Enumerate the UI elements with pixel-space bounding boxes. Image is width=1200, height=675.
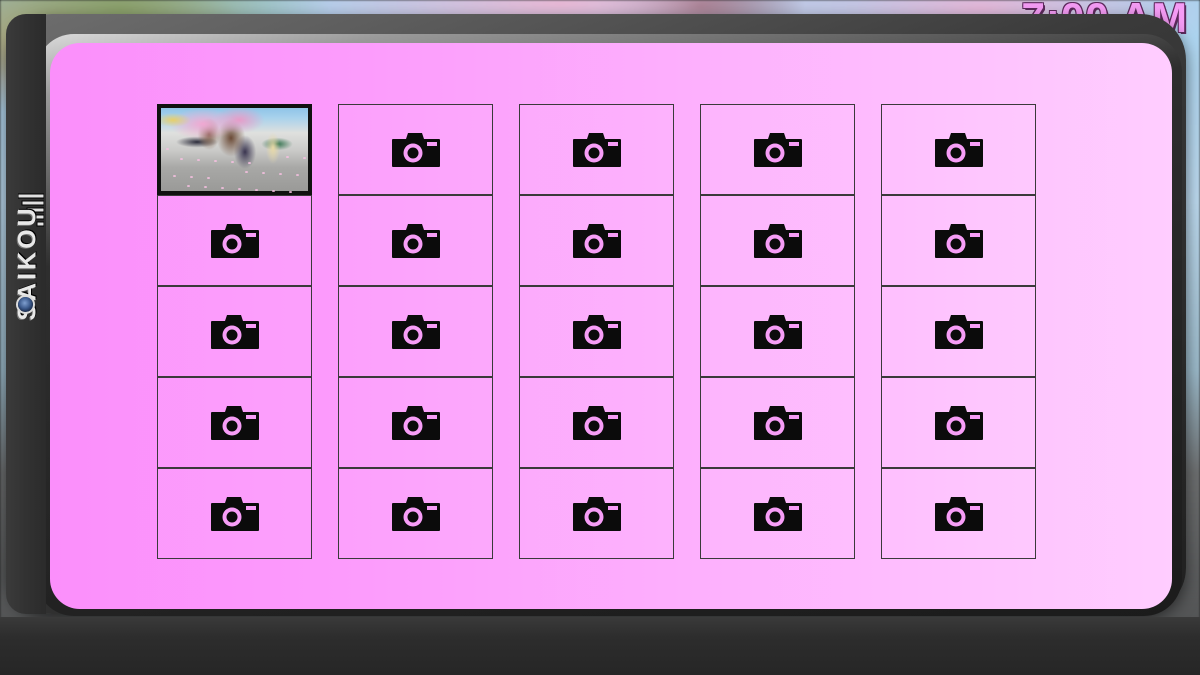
photo-thumbnail [161,108,308,193]
petal [207,177,210,179]
camera-icon [391,223,440,258]
camera-icon [391,496,440,531]
photo-cell-empty[interactable] [519,468,674,559]
camera-icon [753,496,802,531]
petal [231,161,234,163]
camera-icon [753,405,802,440]
photo-grid [157,104,1047,564]
photo-cell-empty[interactable] [519,286,674,377]
petal [272,190,275,192]
petal [214,160,217,162]
saikou-eye-icon [18,297,33,312]
camera-icon [210,223,259,258]
petal [245,171,248,173]
petal [286,156,289,158]
camera-icon [934,132,983,167]
photo-cell-empty[interactable] [338,377,493,468]
photo-cell-empty[interactable] [157,468,312,559]
camera-icon [934,314,983,349]
camera-icon [753,223,802,258]
photo-cell-empty[interactable] [338,104,493,195]
photo-cell-empty[interactable] [157,377,312,468]
camera-icon [934,496,983,531]
photo-cell-empty[interactable] [338,195,493,286]
camera-icon [572,496,621,531]
camera-icon [753,132,802,167]
petal [238,188,241,190]
petal [180,158,183,160]
camera-icon [934,405,983,440]
phone-frame [6,14,1186,616]
photo-cell-empty[interactable] [700,468,855,559]
camera-icon [391,132,440,167]
photo-cell-empty[interactable] [519,195,674,286]
photo-cell-empty[interactable] [157,195,312,286]
petal [262,172,265,174]
photo-cell-empty[interactable] [338,286,493,377]
photo-cell-empty[interactable] [700,104,855,195]
photo-cell-empty[interactable] [157,286,312,377]
petal [248,162,251,164]
camera-icon [572,132,621,167]
photo-cell-empty[interactable] [881,377,1036,468]
petal [166,148,169,150]
petal [187,185,190,187]
petal [197,159,200,161]
camera-icon [391,405,440,440]
petal [190,176,193,178]
camera-icon [572,405,621,440]
photo-cell-empty[interactable] [338,468,493,559]
photo-cell-empty[interactable] [700,195,855,286]
petal [279,173,282,175]
camera-icon [934,223,983,258]
camera-icon [572,223,621,258]
saikou-sidebar: SAIKOU [6,14,46,614]
petal [204,186,207,188]
camera-icon [572,314,621,349]
petal [303,157,306,159]
photo-cell-empty[interactable] [881,286,1036,377]
camera-icon [210,496,259,531]
photo-cell-empty[interactable] [881,195,1036,286]
camera-icon [391,314,440,349]
phone-screen [50,43,1172,609]
photo-cell-empty[interactable] [881,104,1036,195]
camera-icon [210,314,259,349]
petal [221,187,224,189]
camera-icon [753,314,802,349]
photo-cell-empty[interactable] [700,377,855,468]
petal [289,191,292,193]
petal [255,189,258,191]
photo-cell-empty[interactable] [881,468,1036,559]
hud-bar: R E P U T A T I O N E View Q Back F Dele… [0,617,1200,675]
photo-cell-empty[interactable] [519,104,674,195]
camera-icon [210,405,259,440]
petal [296,174,299,176]
photo-cell-filled[interactable] [157,104,312,195]
photo-cell-empty[interactable] [700,286,855,377]
photo-cell-empty[interactable] [519,377,674,468]
petal [173,175,176,177]
